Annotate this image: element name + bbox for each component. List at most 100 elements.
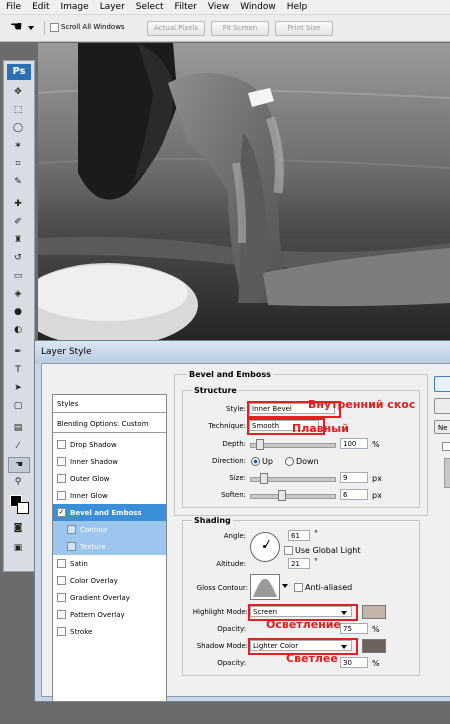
use-global-light-checkbox[interactable] [284,546,293,555]
altitude-input[interactable]: 21 [288,558,310,569]
style-item-stroke[interactable]: Stroke [53,623,166,641]
style-item-bevel-emboss[interactable]: ✓ Bevel and Emboss [53,504,166,522]
gloss-contour-preview[interactable] [250,574,280,600]
fit-screen-button[interactable]: Fit Screen [211,21,269,36]
style-item-satin[interactable]: Satin [53,555,166,573]
style-item-gradient-overlay[interactable]: Gradient Overlay [53,589,166,607]
stroke-checkbox[interactable] [57,627,66,636]
texture-checkbox[interactable] [67,542,76,551]
style-item-drop-shadow[interactable]: Drop Shadow [53,436,166,454]
healing-brush-icon[interactable]: ✚ [8,197,28,211]
screen-mode-icon[interactable]: ▣ [8,541,28,555]
cancel-button[interactable] [434,398,450,414]
style-item-color-overlay[interactable]: Color Overlay [53,572,166,590]
blending-options-item[interactable]: Blending Options: Custom [53,415,166,433]
shadow-opacity-input[interactable]: 30 [340,657,368,668]
styles-header[interactable]: Styles [53,395,166,413]
style-item-inner-shadow[interactable]: Inner Shadow [53,453,166,471]
paint-bucket-icon[interactable]: ◈ [8,287,28,301]
inner-glow-checkbox[interactable] [57,491,66,500]
zoom-tool-icon[interactable]: ⚲ [8,475,28,489]
style-item-contour[interactable]: Contour [53,521,166,539]
satin-checkbox[interactable] [57,559,66,568]
depth-slider-thumb[interactable] [256,439,264,450]
angle-input[interactable]: 61 [288,530,310,541]
quick-mask-icon[interactable]: ◙ [8,521,28,535]
highlight-color-swatch[interactable] [362,605,386,619]
menu-layer[interactable]: Layer [100,2,125,12]
menu-view[interactable]: View [208,2,229,12]
menu-filter[interactable]: Filter [175,2,197,12]
drop-shadow-checkbox[interactable] [57,440,66,449]
history-brush-icon[interactable]: ↺ [8,251,28,265]
hand-tool-icon[interactable]: ☚ [8,457,30,473]
pen-tool-icon[interactable]: ✒ [8,345,28,359]
document-canvas[interactable] [38,43,450,348]
scroll-all-windows-label: Scroll All Windows [61,23,125,31]
soften-input[interactable]: 6 [340,489,368,500]
magic-wand-icon[interactable]: ✶ [8,139,28,153]
shadow-color-swatch[interactable] [362,639,386,653]
shadow-opacity-value: 30 [343,659,352,667]
depth-input[interactable]: 100 [340,438,368,449]
path-selection-icon[interactable]: ➤ [8,381,28,395]
lasso-tool-icon[interactable]: ◯ [8,121,28,135]
highlight-opacity-unit: % [372,625,380,634]
altitude-unit: ° [314,557,318,566]
bevel-emboss-checkbox[interactable]: ✓ [57,508,66,517]
hand-tool-icon[interactable]: ☚ [10,19,23,35]
brush-tool-icon[interactable]: ✐ [8,215,28,229]
type-tool-icon[interactable]: T [8,363,28,377]
menu-image[interactable]: Image [61,2,89,12]
pattern-overlay-checkbox[interactable] [57,610,66,619]
eraser-tool-icon[interactable]: ▭ [8,269,28,283]
gradient-overlay-checkbox[interactable] [57,593,66,602]
inner-shadow-checkbox[interactable] [57,457,66,466]
size-value: 9 [343,474,348,482]
style-item-outer-glow[interactable]: Outer Glow [53,470,166,488]
scroll-all-windows-checkbox[interactable] [50,23,59,32]
size-input[interactable]: 9 [340,472,368,483]
print-size-button[interactable]: Print Size [275,21,333,36]
style-list: Styles Blending Options: Custom Drop Sha… [52,394,167,702]
eyedropper-icon[interactable]: ⁄ [8,439,28,453]
actual-pixels-button[interactable]: Actual Pixels [147,21,205,36]
dialog-titlebar[interactable]: Layer Style [35,341,450,363]
ok-button[interactable] [434,376,450,392]
menu-file[interactable]: File [6,2,21,12]
outer-glow-checkbox[interactable] [57,474,66,483]
style-item-label: Pattern Overlay [70,610,125,619]
preview-checkbox[interactable] [442,442,450,451]
shape-tool-icon[interactable]: ▢ [8,399,28,413]
direction-up-radio[interactable] [251,457,260,466]
highlight-opacity-input[interactable]: 75 [340,623,368,634]
menu-window[interactable]: Window [240,2,276,12]
menu-edit[interactable]: Edit [32,2,49,12]
style-item-inner-glow[interactable]: Inner Glow [53,487,166,505]
marquee-tool-icon[interactable]: ⬚ [8,103,28,117]
soften-slider[interactable] [250,494,336,499]
color-overlay-checkbox[interactable] [57,576,66,585]
background-color-swatch[interactable] [17,502,29,514]
menu-help[interactable]: Help [287,2,308,12]
dodge-tool-icon[interactable]: ◐ [8,323,28,337]
anti-aliased-checkbox[interactable] [294,583,303,592]
new-style-button[interactable]: Ne [434,420,450,434]
soften-slider-thumb[interactable] [278,490,286,501]
direction-down-radio[interactable] [285,457,294,466]
clone-stamp-icon[interactable]: ♜ [8,233,28,247]
style-item-texture[interactable]: Texture [53,538,166,556]
slice-tool-icon[interactable]: ✎ [8,175,28,189]
contour-checkbox[interactable] [67,525,76,534]
crop-tool-icon[interactable]: ⌗ [8,157,28,171]
move-tool-icon[interactable]: ✥ [8,85,28,99]
depth-unit: % [372,440,380,449]
menu-select[interactable]: Select [136,2,164,12]
notes-tool-icon[interactable]: ▤ [8,421,28,435]
preview-thumbnail [444,458,450,488]
blur-tool-icon[interactable]: ● [8,305,28,319]
size-slider-thumb[interactable] [260,473,268,484]
angle-dial[interactable] [250,532,280,562]
blending-options-label: Blending Options: Custom [57,419,149,428]
style-item-pattern-overlay[interactable]: Pattern Overlay [53,606,166,624]
